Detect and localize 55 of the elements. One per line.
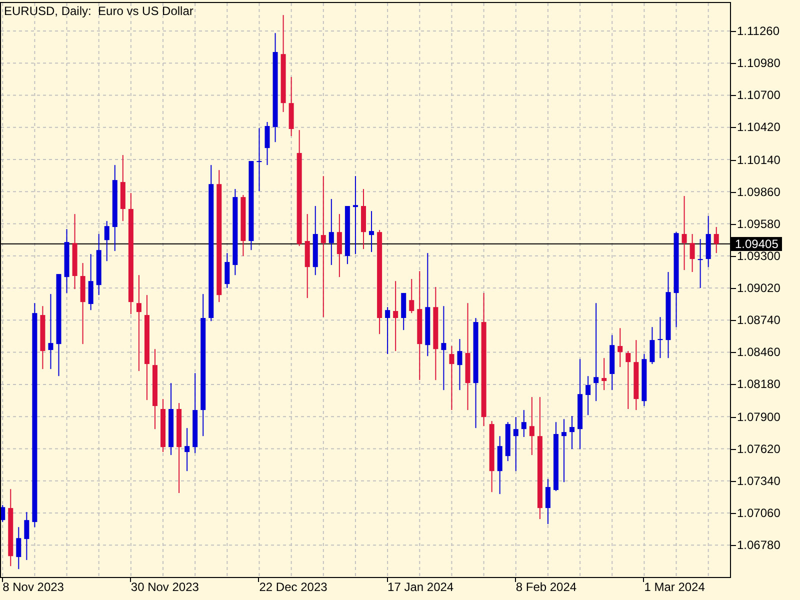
- candlestick: [642, 354, 647, 406]
- candlestick: [489, 421, 494, 492]
- price-label: 1.07900: [737, 410, 780, 424]
- candlestick: [344, 206, 350, 264]
- candlestick: [570, 416, 574, 450]
- current-price-label: 1.09405: [731, 236, 782, 251]
- candlestick: [256, 128, 262, 192]
- date-label: 17 Jan 2024: [388, 580, 454, 594]
- candlestick: [160, 399, 166, 452]
- price-label: 1.10140: [737, 152, 780, 167]
- candlestick: [513, 417, 518, 472]
- date-label: 8 Feb 2024: [516, 580, 577, 594]
- price-label: 1.08460: [737, 345, 780, 360]
- price-label: 1.11260: [737, 24, 780, 38]
- candlestick: [626, 351, 631, 409]
- candlestick: [1, 505, 6, 522]
- candlestick: [586, 376, 591, 416]
- candlestick: [224, 253, 230, 288]
- date-label: 22 Dec 2023: [259, 580, 328, 594]
- candlestick: [240, 194, 246, 256]
- price-label: 1.10700: [737, 88, 780, 102]
- price-label: 1.10420: [737, 120, 780, 134]
- candlestick: [505, 422, 510, 462]
- candlestick: [24, 512, 30, 560]
- candlestick: [385, 307, 390, 354]
- candlestick: [120, 155, 126, 222]
- candlestick: [401, 292, 406, 330]
- candlestick: [409, 278, 414, 314]
- candlestick: [545, 479, 550, 524]
- price-label: 1.09580: [737, 216, 780, 231]
- candlestick: [369, 211, 374, 252]
- price-label: 1.08180: [737, 377, 780, 392]
- price-label: 1.07060: [737, 506, 780, 520]
- price-label: 1.10980: [737, 56, 780, 70]
- candlestick: [650, 327, 655, 364]
- candlestick: [562, 419, 566, 482]
- chart-title: EURUSD, Daily: Euro vs US Dollar: [4, 4, 194, 18]
- price-label: 1.09860: [737, 184, 780, 199]
- price-label: 1.08740: [737, 313, 780, 328]
- candlestick: [553, 422, 558, 492]
- candlestick: [698, 239, 703, 288]
- candlestick: [393, 281, 398, 352]
- candlestick: [714, 227, 719, 254]
- price-label: 1.07620: [737, 442, 780, 456]
- date-label: 30 Nov 2023: [130, 580, 199, 594]
- price-label: 1.09300: [737, 248, 780, 263]
- date-label: 8 Nov 2023: [2, 580, 64, 594]
- price-label: 1.06780: [737, 538, 780, 552]
- price-label: 1.09020: [737, 281, 780, 296]
- date-label: 1 Mar 2024: [644, 580, 705, 594]
- candlestick: [104, 221, 110, 262]
- price-label: 1.07340: [737, 474, 780, 488]
- candlestick: [361, 189, 366, 250]
- candlestick: [658, 317, 663, 358]
- candlestick: [88, 254, 94, 310]
